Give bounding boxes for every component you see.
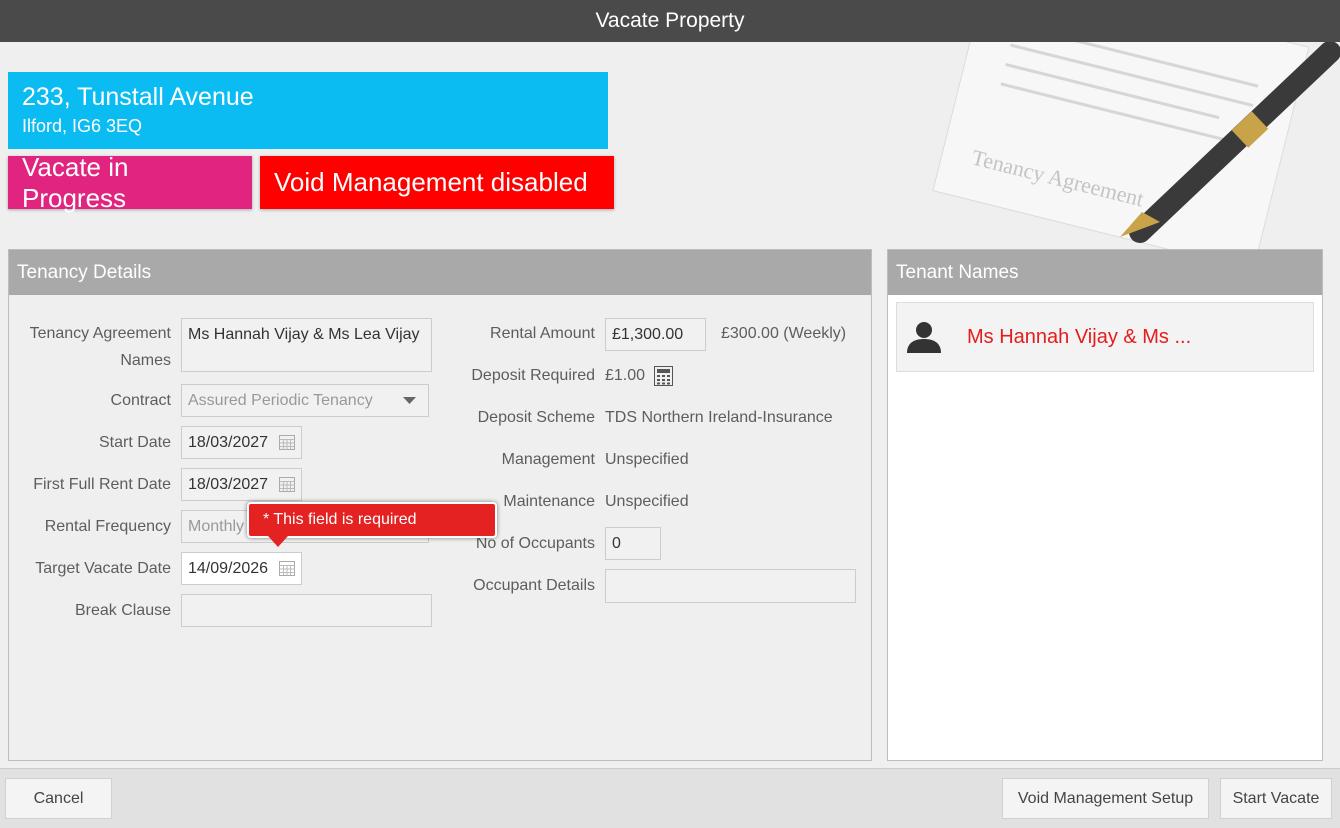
agreement-names-label: Tenancy Agreement Names bbox=[14, 320, 171, 374]
tenant-name: Ms Hannah Vijay & Ms ... bbox=[967, 325, 1192, 348]
agreement-names-label-line2: Names bbox=[120, 352, 171, 369]
rental-weekly-value: £300.00 (Weekly) bbox=[721, 325, 847, 342]
start-date-field[interactable]: 18/03/2027 bbox=[181, 426, 302, 459]
occupants-value: 0 bbox=[612, 534, 621, 552]
start-vacate-button[interactable]: Start Vacate bbox=[1220, 778, 1332, 819]
break-clause-field[interactable] bbox=[181, 594, 432, 627]
occupants-field[interactable]: 0 bbox=[605, 527, 661, 560]
deposit-scheme-label: Deposit Scheme bbox=[477, 409, 595, 426]
start-date-value: 18/03/2027 bbox=[188, 433, 269, 451]
tenancy-details-header: Tenancy Details bbox=[9, 250, 871, 295]
chevron-down-icon bbox=[403, 397, 416, 404]
validation-tooltip: * This field is required bbox=[247, 502, 497, 538]
calendar-icon[interactable] bbox=[279, 477, 295, 492]
cancel-button[interactable]: Cancel bbox=[5, 778, 112, 819]
first-full-rent-label: First Full Rent Date bbox=[33, 476, 171, 493]
target-vacate-date-value: 14/09/2026 bbox=[188, 559, 269, 577]
rental-amount-value: £1,300.00 bbox=[612, 325, 684, 343]
deposit-scheme-value: TDS Northern Ireland-Insurance bbox=[605, 409, 833, 426]
property-address-card: 233, Tunstall Avenue Ilford, IG6 3EQ bbox=[8, 72, 608, 149]
contract-label: Contract bbox=[110, 392, 171, 409]
window-title: Vacate Property bbox=[0, 0, 1340, 42]
address-line1: 233, Tunstall Avenue bbox=[22, 83, 254, 111]
tenant-list-item[interactable]: Ms Hannah Vijay & Ms ... bbox=[896, 302, 1314, 372]
address-line2: Ilford, IG6 3EQ bbox=[22, 116, 143, 136]
vacate-status-badge: Vacate in Progress bbox=[8, 152, 252, 213]
deposit-required-value: £1.00 bbox=[605, 367, 646, 384]
maintenance-value: Unspecified bbox=[605, 493, 689, 510]
first-full-rent-date-field[interactable]: 18/03/2027 bbox=[181, 468, 302, 501]
calendar-icon[interactable] bbox=[279, 435, 295, 450]
agreement-names-field[interactable]: Ms Hannah Vijay & Ms Lea Vijay bbox=[181, 318, 432, 372]
management-value: Unspecified bbox=[605, 451, 689, 468]
deposit-required-label: Deposit Required bbox=[471, 367, 595, 384]
void-management-setup-button[interactable]: Void Management Setup bbox=[1002, 778, 1209, 819]
rental-frequency-label: Rental Frequency bbox=[44, 518, 171, 535]
agreement-names-value: Ms Hannah Vijay & Ms Lea Vijay bbox=[188, 326, 420, 343]
tooltip-arrow bbox=[268, 536, 288, 547]
contract-value: Assured Periodic Tenancy bbox=[188, 391, 373, 409]
tenancy-agreement-illustration: Tenancy Agreement bbox=[932, 42, 1340, 252]
management-label: Management bbox=[501, 451, 595, 468]
calendar-icon[interactable] bbox=[279, 561, 295, 576]
agreement-names-label-line1: Tenancy Agreement bbox=[29, 325, 171, 342]
occupant-details-field[interactable] bbox=[605, 569, 856, 603]
contract-select[interactable]: Assured Periodic Tenancy bbox=[181, 384, 429, 417]
occupant-details-label: Occupant Details bbox=[473, 577, 595, 594]
tenant-names-header: Tenant Names bbox=[888, 250, 1322, 295]
rental-amount-field[interactable]: £1,300.00 bbox=[605, 318, 706, 351]
rental-frequency-value: Monthly bbox=[188, 517, 245, 535]
target-vacate-date-field[interactable]: 14/09/2026 bbox=[181, 552, 302, 585]
void-management-badge: Void Management disabled bbox=[260, 156, 614, 209]
break-clause-label: Break Clause bbox=[74, 602, 171, 619]
target-vacate-label: Target Vacate Date bbox=[35, 560, 171, 577]
rental-amount-label: Rental Amount bbox=[490, 325, 595, 342]
first-full-rent-date-value: 18/03/2027 bbox=[188, 475, 269, 493]
person-icon bbox=[907, 322, 941, 353]
start-date-label: Start Date bbox=[98, 434, 171, 451]
calculator-icon[interactable] bbox=[654, 366, 673, 386]
